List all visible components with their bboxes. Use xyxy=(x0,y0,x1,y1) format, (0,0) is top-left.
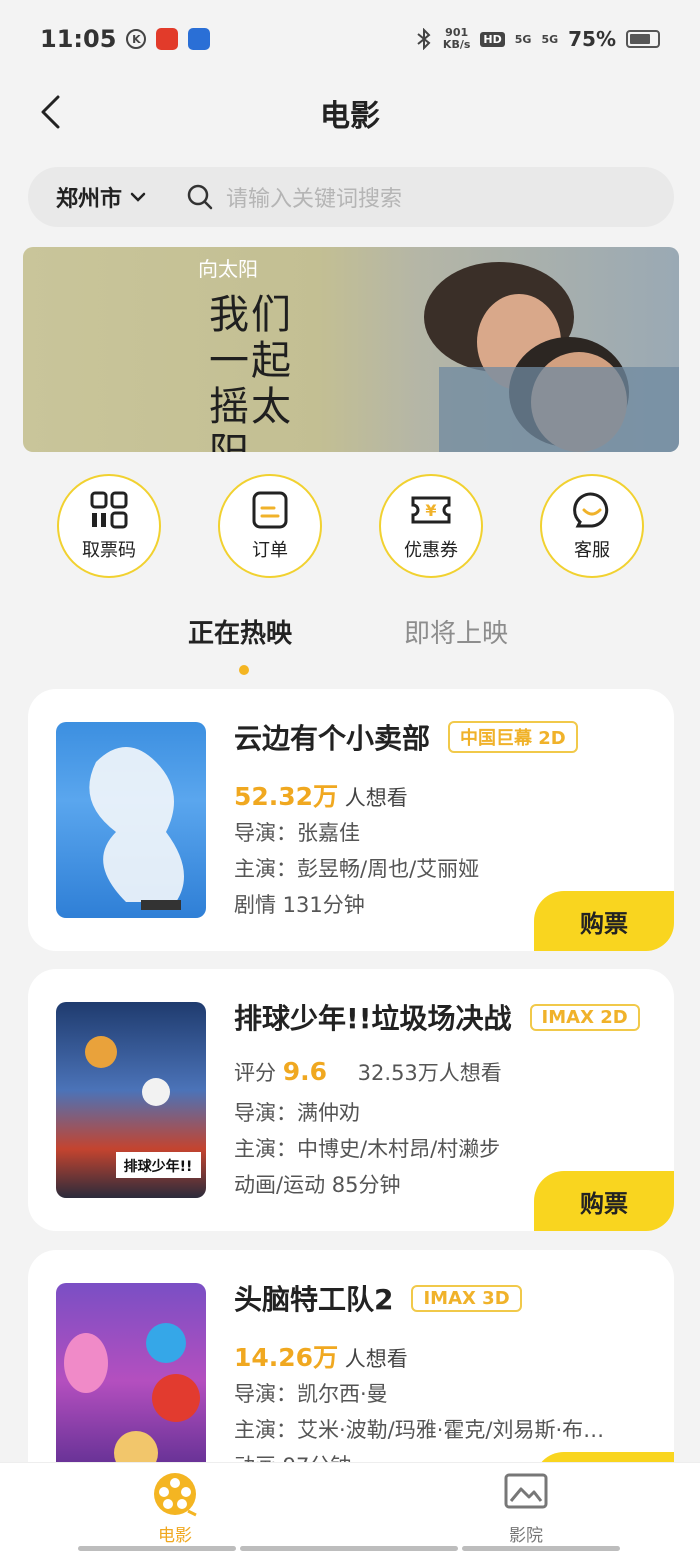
back-button[interactable] xyxy=(30,92,70,132)
qr-code-icon xyxy=(90,491,128,529)
tab-movies[interactable]: 电影 xyxy=(115,1471,235,1546)
movie-tabs: 正在热映 即将上映 xyxy=(0,605,700,675)
want-to-see: 32.53万人想看 xyxy=(357,1061,502,1085)
movie-card[interactable]: 排球少年!! 排球少年!!垃圾场决战 IMAX 2D 评分 9.6 32.53万… xyxy=(28,969,674,1231)
tab-label: 电影 xyxy=(158,1526,192,1546)
movie-title: 头脑特工队2 xyxy=(234,1283,394,1316)
active-tab-indicator xyxy=(239,665,249,675)
coupon-icon: ¥ xyxy=(411,496,451,524)
format-badge: IMAX 3D xyxy=(411,1284,522,1312)
want-to-see: 14.26万 人想看 xyxy=(234,1338,408,1374)
network-speed: 901 KB/s xyxy=(442,26,471,51)
k-app-icon: K xyxy=(126,29,147,49)
format-badge: IMAX 2D xyxy=(529,1003,640,1031)
chevron-down-icon xyxy=(130,192,146,202)
cinema-screen-icon xyxy=(504,1473,548,1509)
search-placeholder: 请输入关键词搜索 xyxy=(226,187,403,212)
cast: 主演：中博史/木村昂/村濑步 xyxy=(234,1137,501,1161)
status-time: 11:05 xyxy=(40,25,117,53)
buy-ticket-button[interactable]: 购票 xyxy=(534,1171,674,1231)
chevron-left-icon xyxy=(41,95,60,129)
orders-button[interactable]: 订单 xyxy=(218,474,322,578)
quick-action-label: 取票码 xyxy=(82,540,136,561)
order-icon xyxy=(252,491,288,529)
movie-title: 排球少年!!垃圾场决战 xyxy=(234,1002,512,1035)
bluetooth-icon xyxy=(417,28,431,50)
genre-duration: 剧情 131分钟 xyxy=(234,893,365,917)
film-reel-icon xyxy=(154,1473,197,1517)
want-label: 人想看 xyxy=(344,786,408,810)
want-count: 52.32万 xyxy=(234,782,339,811)
director: 导演：凯尔西·曼 xyxy=(234,1382,388,1406)
promo-banner[interactable]: 向太阳 我们一起摇太阳 xyxy=(23,247,679,452)
banner-credit: 向太阳 xyxy=(198,257,258,281)
signal-5g-icon: 5G xyxy=(514,32,532,46)
want-count: 14.26万 xyxy=(234,1343,339,1372)
svg-text:排球少年!!: 排球少年!! xyxy=(124,1158,193,1175)
genre-duration: 动画/运动 85分钟 xyxy=(234,1173,401,1197)
customer-service-icon xyxy=(573,492,609,528)
cast: 主演：彭昱畅/周也/艾丽娅 xyxy=(234,857,480,881)
svg-text:¥: ¥ xyxy=(425,501,436,520)
quick-action-label: 订单 xyxy=(252,540,288,561)
page-title: 电影 xyxy=(320,99,380,134)
coupons-button[interactable]: ¥ 优惠券 xyxy=(379,474,483,578)
quick-action-label: 客服 xyxy=(574,540,610,561)
battery-icon xyxy=(626,30,660,48)
want-to-see: 52.32万 人想看 xyxy=(234,777,408,813)
city-label: 郑州市 xyxy=(56,187,123,212)
app-notification-icon xyxy=(156,28,179,50)
rating-row: 评分 9.6 32.53万人想看 xyxy=(234,1057,502,1087)
signal-5g-icon-2: 5G xyxy=(541,32,559,46)
format-badge: 中国巨幕 2D xyxy=(448,721,578,753)
score-label: 评分 xyxy=(234,1061,276,1085)
tab-coming-soon[interactable]: 即将上映 xyxy=(404,613,508,650)
search-icon xyxy=(187,184,213,210)
home-indicator xyxy=(78,1546,236,1551)
cast: 主演：艾米·波勒/玛雅·霍克/刘易斯·布… xyxy=(234,1418,605,1442)
tab-cinemas[interactable]: 影院 xyxy=(466,1471,586,1546)
score-value: 9.6 xyxy=(282,1057,327,1086)
director: 导演：张嘉佳 xyxy=(234,821,360,845)
movie-card[interactable]: 云边有个小卖部 中国巨幕 2D 52.32万 人想看 导演：张嘉佳 主演：彭昱畅… xyxy=(28,689,674,951)
status-bar: 11:05 K 901 KB/s HD 5G 5G 75% xyxy=(0,0,700,78)
home-indicator xyxy=(240,1546,458,1551)
home-indicator xyxy=(462,1546,620,1551)
tab-now-showing[interactable]: 正在热映 xyxy=(188,613,292,650)
battery-percent: 75% xyxy=(568,27,616,51)
ticket-code-button[interactable]: 取票码 xyxy=(57,474,161,578)
nav-header: 电影 xyxy=(0,78,700,148)
search-input[interactable]: 请输入关键词搜索 xyxy=(186,181,402,213)
banner-artwork xyxy=(424,262,679,452)
buy-ticket-button[interactable]: 购票 xyxy=(534,891,674,951)
customer-service-button[interactable]: 客服 xyxy=(540,474,644,578)
movie-title: 云边有个小卖部 xyxy=(234,722,431,755)
movie-poster[interactable] xyxy=(56,722,206,918)
quick-actions: 取票码 订单 ¥ 优惠券 客服 xyxy=(0,474,700,580)
app-notification-icon-2 xyxy=(188,28,211,50)
hd-icon: HD xyxy=(480,31,505,47)
movie-poster[interactable] xyxy=(56,1283,206,1479)
tab-label: 影院 xyxy=(509,1526,543,1546)
banner-title: 我们一起摇太阳 xyxy=(209,292,293,452)
movie-poster[interactable]: 排球少年!! xyxy=(56,1002,206,1198)
search-bar: 郑州市 请输入关键词搜索 xyxy=(28,167,674,227)
quick-action-label: 优惠券 xyxy=(404,540,458,561)
bottom-tab-bar: 电影 影院 xyxy=(0,1462,700,1555)
director: 导演：满仲劝 xyxy=(234,1101,360,1125)
city-selector[interactable]: 郑州市 xyxy=(56,181,146,213)
want-label: 人想看 xyxy=(344,1347,408,1371)
